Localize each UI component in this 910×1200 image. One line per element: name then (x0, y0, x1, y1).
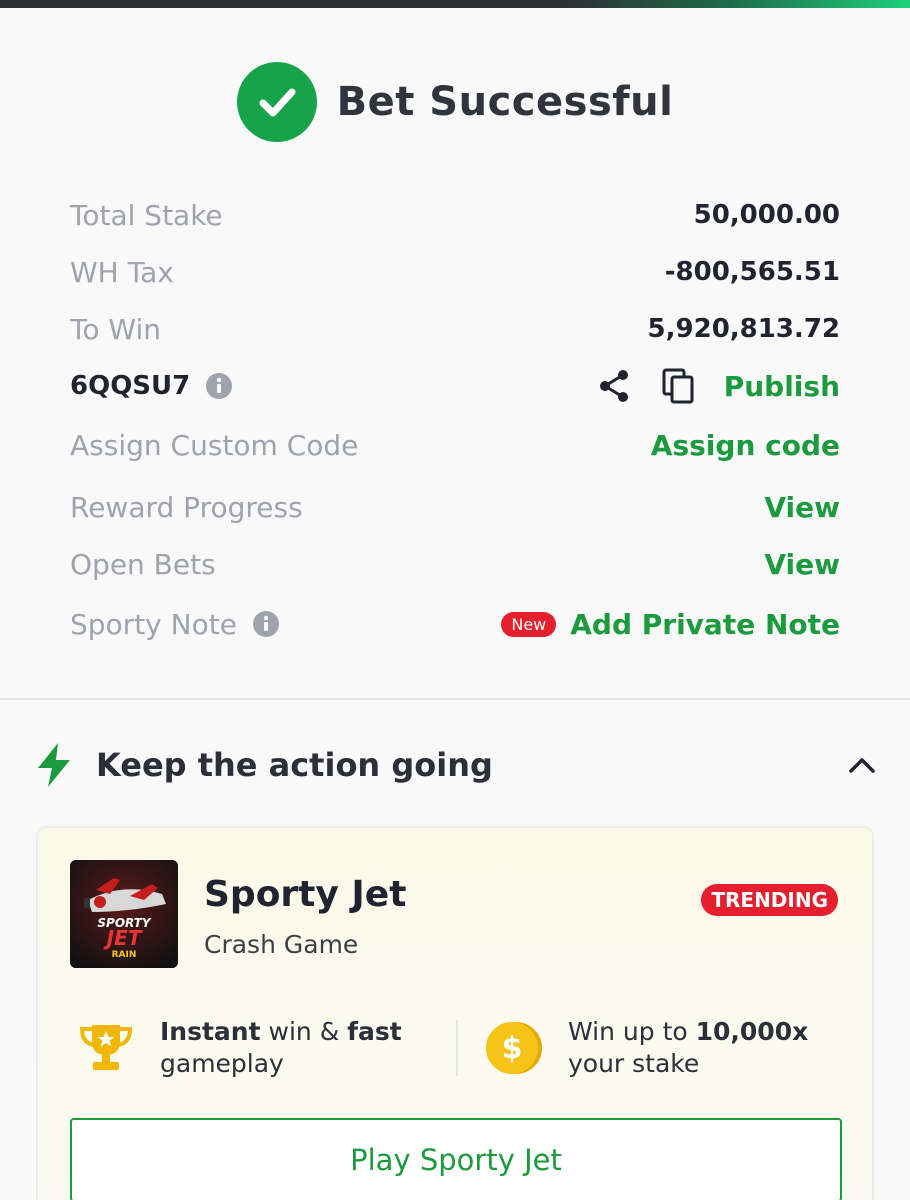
feature-1-bold2: fast (347, 1017, 402, 1046)
wh-tax-row: WH Tax -800,565.51 (70, 250, 840, 294)
feature-2-line2: your stake (568, 1049, 700, 1078)
check-circle-icon (236, 62, 317, 142)
chevron-up-icon[interactable] (848, 756, 876, 774)
promo-card: SPORTY JET RAIN Sporty Jet Crash Game TR… (36, 826, 874, 1200)
wh-tax-value: -800,565.51 (664, 257, 840, 287)
feature-1-text1: win & (260, 1017, 348, 1046)
reward-progress-label: Reward Progress (70, 490, 303, 524)
new-badge: New (501, 611, 557, 637)
page-title: Bet Successful (336, 79, 674, 125)
trending-badge: TRENDING (701, 884, 838, 916)
thumb-text-mid: JET (106, 926, 142, 950)
svg-text:$: $ (502, 1031, 523, 1066)
game-title: Sporty Jet (204, 874, 407, 915)
reward-progress-view-link[interactable]: View (764, 491, 840, 524)
wh-tax-label: WH Tax (70, 255, 174, 289)
open-bets-row: Open Bets View (70, 542, 840, 586)
total-stake-label: Total Stake (70, 198, 223, 232)
publish-link[interactable]: Publish (724, 370, 840, 403)
feature-win-up-to: $ Win up to 10,000x your stake (484, 1016, 808, 1080)
section-title: Keep the action going (96, 746, 493, 784)
custom-code-row: Assign Custom Code Assign code (70, 423, 840, 467)
success-header: Bet Successful (0, 62, 910, 142)
lightning-icon (34, 742, 74, 788)
feature-1-bold1: Instant (160, 1017, 261, 1046)
feature-1-line2: gameplay (160, 1049, 284, 1078)
top-status-bar (0, 0, 910, 8)
booking-code-row: 6QQSU7 Publish (70, 364, 840, 408)
feature-separator (456, 1020, 458, 1076)
sporty-note-row: Sporty Note New Add Private Note (70, 602, 840, 646)
custom-code-label: Assign Custom Code (70, 428, 359, 462)
reward-progress-row: Reward Progress View (70, 485, 840, 529)
trophy-icon (78, 1021, 134, 1075)
share-icon[interactable] (598, 369, 630, 403)
game-subtitle: Crash Game (204, 930, 359, 959)
to-win-value: 5,920,813.72 (647, 314, 840, 344)
to-win-row: To Win 5,920,813.72 (70, 307, 840, 351)
play-sporty-jet-button[interactable]: Play Sporty Jet (70, 1118, 842, 1200)
open-bets-label: Open Bets (70, 547, 216, 581)
game-thumbnail[interactable]: SPORTY JET RAIN (70, 860, 178, 968)
total-stake-value: 50,000.00 (693, 200, 840, 230)
coin-icon: $ (484, 1020, 544, 1076)
to-win-label: To Win (70, 312, 161, 346)
thumb-text-bottom: RAIN (111, 950, 137, 960)
keep-action-header[interactable]: Keep the action going (34, 738, 884, 792)
info-icon[interactable] (252, 611, 279, 637)
add-private-note-link[interactable]: Add Private Note (570, 608, 840, 641)
feature-instant-win: Instant win & fast gameplay (78, 1016, 402, 1080)
open-bets-view-link[interactable]: View (764, 548, 840, 581)
booking-code: 6QQSU7 (70, 371, 191, 401)
feature-2-bold1: 10,000x (695, 1017, 809, 1046)
total-stake-row: Total Stake 50,000.00 (70, 193, 840, 237)
sporty-note-label: Sporty Note (70, 607, 237, 641)
assign-code-link[interactable]: Assign code (651, 429, 840, 462)
info-icon[interactable] (206, 373, 233, 399)
feature-2-text1: Win up to (568, 1017, 696, 1046)
section-divider (0, 698, 910, 700)
copy-icon[interactable] (662, 368, 694, 404)
